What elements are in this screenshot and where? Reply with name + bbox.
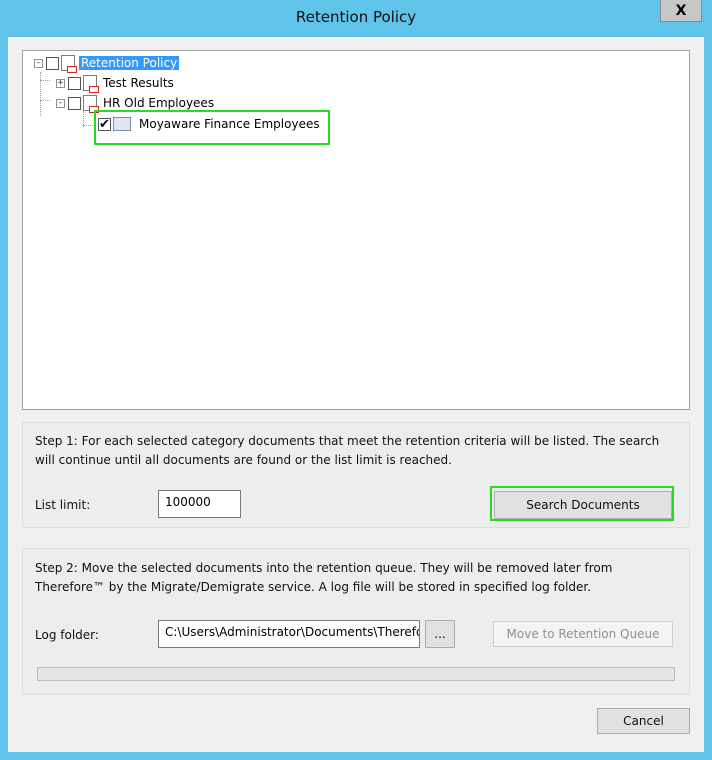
- step2-group: Step 2: Move the selected documents into…: [22, 548, 690, 695]
- tree-connector: [83, 125, 95, 126]
- tree-node-hr-old-employees[interactable]: - HR Old Employees: [56, 94, 216, 113]
- tree-connector: [40, 80, 50, 81]
- list-limit-input[interactable]: 100000: [158, 490, 241, 518]
- policy-document-icon: [83, 75, 99, 93]
- tree-connector: [40, 100, 50, 101]
- close-icon: X: [675, 2, 687, 19]
- tree-node-test-results[interactable]: + Test Results: [56, 74, 176, 93]
- category-tree[interactable]: - Retention Policy + Test Results - HR O…: [22, 50, 690, 410]
- log-folder-label: Log folder:: [35, 628, 99, 642]
- tree-checkbox-checked[interactable]: ✔: [98, 117, 111, 131]
- tree-node-label: Retention Policy: [79, 56, 180, 70]
- log-folder-input[interactable]: C:\Users\Administrator\Documents\Therefo…: [158, 620, 420, 648]
- expand-icon[interactable]: +: [56, 78, 65, 88]
- dialog-client-area: - Retention Policy + Test Results - HR O…: [8, 37, 704, 752]
- search-documents-button[interactable]: Search Documents: [494, 491, 672, 519]
- step1-group: Step 1: For each selected category docum…: [22, 422, 690, 528]
- tree-checkbox[interactable]: [46, 56, 59, 70]
- policy-document-icon: [61, 55, 77, 73]
- category-icon: [113, 117, 131, 131]
- collapse-icon[interactable]: -: [34, 58, 43, 68]
- step2-description: Step 2: Move the selected documents into…: [35, 561, 613, 594]
- tree-node-label: Test Results: [103, 76, 174, 90]
- dialog-window: Retention Policy X - Retention Policy +: [0, 0, 712, 760]
- tree-checkbox[interactable]: [68, 96, 81, 110]
- tree-node-label: Moyaware Finance Employees: [139, 117, 320, 131]
- title-bar[interactable]: Retention Policy X: [0, 0, 712, 37]
- move-to-retention-queue-button[interactable]: Move to Retention Queue: [493, 621, 673, 647]
- policy-document-icon: [83, 95, 99, 113]
- tree-node-moyaware-finance-employees[interactable]: ✔ Moyaware Finance Employees: [98, 115, 322, 133]
- tree-node-label: HR Old Employees: [103, 96, 215, 110]
- window-title: Retention Policy: [295, 8, 417, 26]
- tree-connector: [40, 72, 41, 116]
- browse-folder-button[interactable]: ...: [425, 620, 455, 648]
- cancel-button[interactable]: Cancel: [597, 708, 690, 734]
- list-limit-label: List limit:: [35, 498, 91, 512]
- tree-checkbox[interactable]: [68, 76, 81, 90]
- tree-node-retention-policy[interactable]: - Retention Policy: [34, 54, 180, 73]
- progress-bar: [37, 667, 675, 681]
- collapse-icon[interactable]: -: [56, 98, 65, 108]
- step1-description: Step 1: For each selected category docum…: [35, 434, 660, 467]
- close-button[interactable]: X: [660, 0, 702, 22]
